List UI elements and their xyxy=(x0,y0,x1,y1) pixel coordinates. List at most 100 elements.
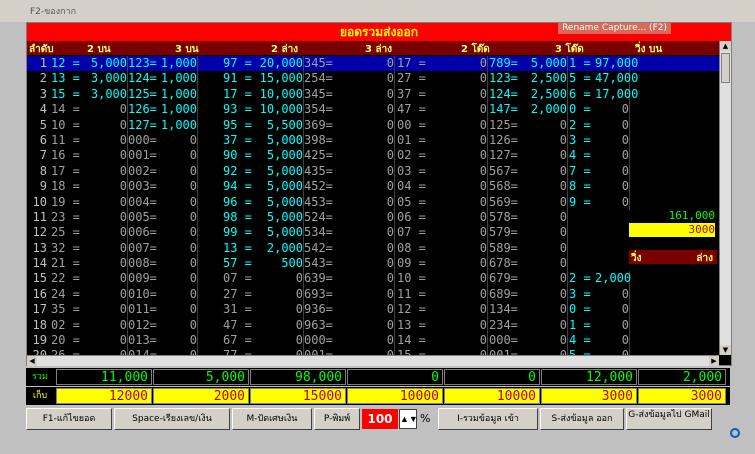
three-bottom-amount: 0 xyxy=(330,71,395,87)
keep-3tod[interactable]: 3000 xyxy=(541,388,637,404)
keep-2bottom[interactable]: 15000 xyxy=(250,388,346,404)
scroll-down-icon[interactable]: ▼ xyxy=(720,345,731,355)
two-top-key: 10 = xyxy=(51,117,80,132)
two-tod-amount: 0 xyxy=(423,225,488,241)
two-bottom-amount: 15,000 xyxy=(249,71,304,87)
two-top-amount: 0 xyxy=(83,271,128,287)
three-top-amount: 0 xyxy=(153,240,198,257)
send-gmail-button[interactable]: G-ส่งข้อมูลไป GMail xyxy=(626,408,712,430)
col-header-3top: 3 บน xyxy=(175,44,199,55)
col-header-index: ลำดับ xyxy=(29,44,54,55)
two-bottom-amount: 5,000 xyxy=(249,225,304,241)
table-row[interactable]: 14 21 = 0 008= 0 57 = 500 543= 0 09 = 0 678= 0 xyxy=(27,256,719,272)
sum-label: รวม xyxy=(32,372,48,382)
export-summary-window: ยอดรวมส่งออก Rename Capture... (F2) ลำดั… xyxy=(26,22,732,366)
scroll-right-icon[interactable]: ▶ xyxy=(709,356,719,366)
three-bottom-amount: 0 xyxy=(330,286,395,303)
run-top-amount: 0 xyxy=(595,132,630,149)
two-top-amount: 0 xyxy=(83,256,128,272)
table-row[interactable]: 15 22 = 0 009= 0 07 = 0 639= 0 10 = 0 679= 0 2 = 2,000 xyxy=(27,271,719,287)
rename-capture-label[interactable]: Rename Capture... (F2) xyxy=(558,23,671,34)
row-number: 2 xyxy=(39,71,47,86)
table-row[interactable]: 5 10 = 0 127= 1,000 95 = 5,500 369= 0 00 = 0 125= 0 2… xyxy=(27,117,719,133)
export-data-button[interactable]: S-ส่งข้อมูล ออก xyxy=(540,408,624,430)
table-row[interactable]: 16 24 = 0 010= 0 27 = 0 693= 0 11 = 0 689= 0 3 = 0 xyxy=(27,286,719,303)
print-button[interactable]: P-พิมพ์ xyxy=(314,408,360,430)
horizontal-scrollbar[interactable]: ◀ ▶ xyxy=(27,355,719,366)
round-money-button[interactable]: M-ปัดเศษเงิน xyxy=(232,408,312,430)
two-bottom-amount: 2,000 xyxy=(249,240,304,257)
row-number: 19 xyxy=(32,333,47,348)
two-top-amount: 0 xyxy=(83,117,128,133)
two-top-amount: 3,000 xyxy=(83,71,128,87)
import-data-button[interactable]: I-รวมข้อมูล เข้า xyxy=(438,408,538,430)
table-row[interactable]: 18 02 = 0 012= 0 47 = 0 963= 0 13 = 0 234= 0 1 = 0 xyxy=(27,317,719,334)
percent-spinner-icon[interactable]: ▲▼ xyxy=(399,409,418,429)
three-tod-amount: 0 xyxy=(515,256,568,272)
run-top-amount: 97,000 xyxy=(595,56,639,72)
three-tod-amount: 2,500 xyxy=(515,71,568,87)
side-header-left: วิ่ง xyxy=(631,253,642,264)
two-bottom-amount: 20,000 xyxy=(249,56,304,72)
three-tod-amount: 0 xyxy=(515,317,568,334)
vertical-scrollbar[interactable]: ▲ ▼ xyxy=(719,41,731,355)
three-tod-amount: 0 xyxy=(515,163,568,180)
run-top-amount: 2,000 xyxy=(595,271,632,287)
keep-run[interactable]: 3000 xyxy=(638,388,726,404)
edit-amount-button[interactable]: F1-แก้ไขยอด xyxy=(26,408,112,430)
col-header-2top: 2 บน xyxy=(87,44,111,55)
keep-3bottom[interactable]: 10000 xyxy=(347,388,443,404)
table-row[interactable]: 11 23 = 0 005= 0 98 = 5,000 524= 0 06 = 0 578= 0 xyxy=(27,209,719,226)
side-keep-field[interactable]: 3000 xyxy=(629,223,715,237)
run-top-amount: 17,000 xyxy=(595,86,639,103)
clock-icon xyxy=(730,428,740,438)
two-top-key: 24 = xyxy=(51,286,80,301)
two-tod-amount: 0 xyxy=(423,71,488,87)
table-row[interactable]: 13 32 = 0 007= 0 13 = 2,000 542= 0 08 = 0 589= 0 xyxy=(27,240,719,257)
two-top-amount: 0 xyxy=(83,240,128,257)
table-row[interactable]: 9 18 = 0 003= 0 94 = 5,000 452= 0 04 = 0 568= 0 8 = 0 xyxy=(27,179,719,195)
two-bottom-amount: 0 xyxy=(249,271,304,287)
table-row[interactable]: 10 19 = 0 004= 0 96 = 5,000 453= 0 05 = 0 569= 0 9 = 0 xyxy=(27,194,719,210)
print-percent-input[interactable]: 100 xyxy=(362,409,398,429)
table-row[interactable]: 2 13 = 3,000 124= 1,000 91 = 15,000 254= 0 27 = 0 1… xyxy=(27,71,719,87)
keep-2top[interactable]: 12000 xyxy=(56,388,152,404)
three-bottom-amount: 0 xyxy=(330,179,395,195)
keep-3top[interactable]: 2000 xyxy=(153,388,249,404)
two-bottom-amount: 500 xyxy=(249,256,304,272)
two-bottom-amount: 0 xyxy=(249,317,304,334)
print-percent-box: 100 ▲▼ % xyxy=(362,409,436,429)
three-tod-amount: 2,500 xyxy=(515,86,568,103)
table-row[interactable]: 3 15 = 3,000 125= 1,000 17 = 10,000 345= 0 37 = 0 1… xyxy=(27,86,719,103)
table-row[interactable]: 17 35 = 0 011= 0 31 = 0 936= 0 12 = 0 134= 0 0 = 0 xyxy=(27,302,719,318)
table-row[interactable]: 8 17 = 0 002= 0 92 = 5,000 435= 0 03 = 0 567= 0 7 = 0 xyxy=(27,163,719,180)
table-row[interactable]: 12 25 = 0 006= 0 99 = 5,000 534= 0 07 = 0 579= 0 xyxy=(27,225,719,241)
three-top-amount: 0 xyxy=(153,209,198,226)
table-row[interactable]: 4 14 = 0 126= 1,000 93 = 10,000 354= 0 47 = 0 147= 2… xyxy=(27,102,719,118)
two-top-key: 32 = xyxy=(51,240,80,255)
two-tod-amount: 0 xyxy=(423,209,488,226)
scroll-thumb[interactable] xyxy=(721,53,730,83)
scroll-up-icon[interactable]: ▲ xyxy=(720,41,731,51)
keep-2tod[interactable]: 10000 xyxy=(444,388,540,404)
scroll-left-icon[interactable]: ◀ xyxy=(27,356,37,366)
row-number: 8 xyxy=(39,163,47,178)
row-number: 5 xyxy=(39,117,47,132)
row-number: 1 xyxy=(39,56,47,70)
two-top-key: 11 = xyxy=(51,132,80,147)
data-grid[interactable]: 1 12 = 5,000 123= 1,000 97 = 20,000 345= 0 17 = 0 7… xyxy=(27,56,719,356)
sort-number-money-button[interactable]: Space-เรียงเลข/เงิน xyxy=(114,408,230,430)
two-top-key: 19 = xyxy=(51,194,80,209)
function-button-row: F1-แก้ไขยอด Space-เรียงเลข/เงิน M-ปัดเศษ… xyxy=(26,406,730,432)
three-tod-amount: 0 xyxy=(515,209,568,226)
two-tod-amount: 0 xyxy=(423,194,488,210)
table-row[interactable]: 1 12 = 5,000 123= 1,000 97 = 20,000 345= 0 17 = 0 7… xyxy=(27,56,719,72)
table-row[interactable]: 19 20 = 0 013= 0 67 = 0 000= 0 14 = 0 000= 0 4 = 0 xyxy=(27,333,719,349)
table-row[interactable]: 6 11 = 0 000= 0 37 = 5,000 398= 0 01 = 0 126= 0 3 = 0 xyxy=(27,132,719,149)
sum-3tod: 12,000 xyxy=(541,369,637,385)
table-row[interactable]: 7 16 = 0 001= 0 90 = 5,000 425= 0 02 = 0 127= 0 4 = 0 xyxy=(27,148,719,164)
two-tod-amount: 0 xyxy=(423,102,488,118)
two-top-amount: 0 xyxy=(83,333,128,349)
three-tod-amount: 0 xyxy=(515,286,568,303)
three-tod-amount: 0 xyxy=(515,148,568,164)
